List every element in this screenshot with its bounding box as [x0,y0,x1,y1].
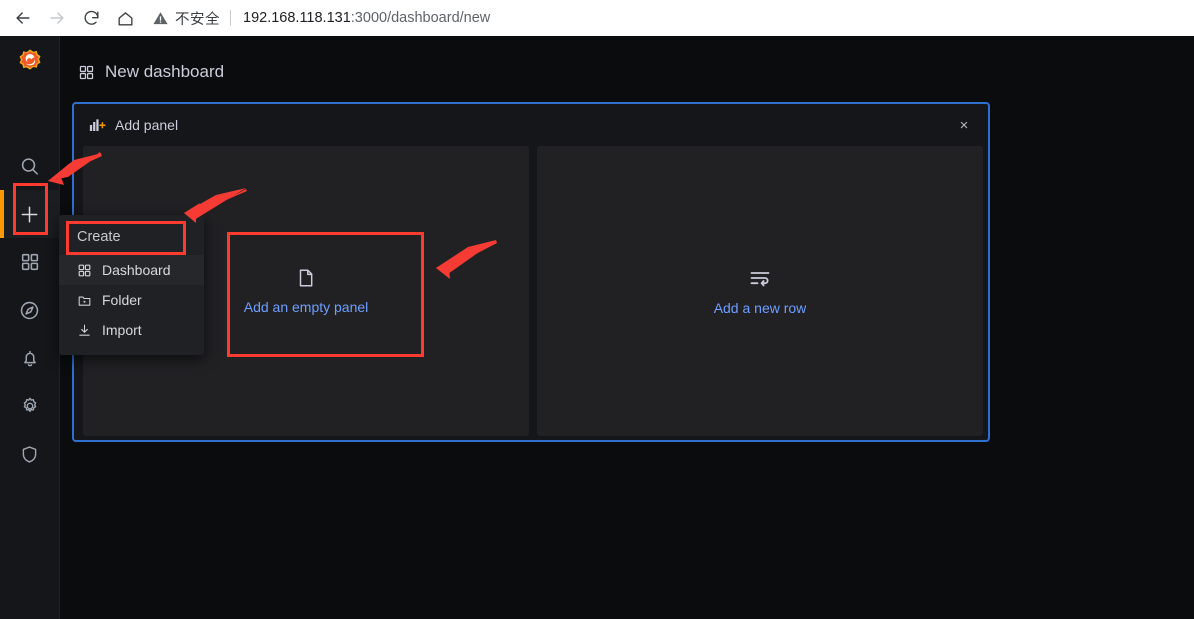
sidebar-item-configuration[interactable] [0,382,60,430]
create-menu-item-dashboard[interactable]: Dashboard [59,255,204,285]
sidebar-item-create[interactable] [0,190,60,238]
page-title: New dashboard [105,62,225,81]
search-icon [21,157,38,175]
grafana-logo [19,49,40,70]
arrow-right-icon [50,12,64,24]
apps-grid-icon [78,264,91,276]
create-dropdown-menu: Create Dashboard Folder Import [59,215,204,355]
address-bar[interactable]: 不安全 192.168.118.131:3000/dashboard/new [152,4,1188,32]
create-menu-item-folder[interactable]: Folder [59,285,204,315]
shield-icon [22,445,37,463]
apps-grid-icon [79,65,94,79]
warning-triangle-icon [153,11,168,24]
security-indicator[interactable]: 不安全 [152,8,230,29]
sidebar-item-search[interactable] [0,142,60,190]
add-panel-options: Add an empty panel Add a new row [83,146,983,436]
grafana-logo-button[interactable] [0,36,60,90]
add-panel-widget: Add panel × Add an empty panel Add a new… [72,102,990,442]
create-menu-title: Create [77,229,121,245]
gear-icon [23,397,36,413]
home-button[interactable] [108,1,142,35]
omnibox-divider [230,10,231,26]
forward-button[interactable] [40,1,74,35]
url-text: 192.168.118.131:3000/dashboard/new [243,10,490,26]
url-port: :3000 [350,10,388,26]
file-blank-icon [299,269,313,287]
dashboard-header: New dashboard [60,36,1194,90]
security-label: 不安全 [175,11,220,28]
main-content: New dashboard Add panel × Add an empty p… [60,36,1194,619]
home-icon [117,11,133,26]
add-panel-header: Add panel × [74,104,988,146]
reload-icon [84,10,99,25]
create-menu-item-import[interactable]: Import [59,315,204,345]
compass-icon [20,301,39,319]
import-icon [79,324,90,336]
sidebar-item-explore[interactable] [0,286,60,334]
folder-plus-icon [78,296,91,306]
url-path: /dashboard/new [387,10,491,26]
close-icon[interactable]: × [952,113,976,137]
grafana-app: New dashboard Add panel × Add an empty p… [0,36,1194,619]
add-empty-panel-label: Add an empty panel [243,299,369,315]
create-menu-item-label: Import [102,322,142,338]
bell-icon [23,350,36,367]
bar-chart-plus-icon [89,119,106,131]
arrow-left-icon [16,12,30,24]
apps-grid-icon [21,253,38,271]
plus-icon [21,206,38,222]
create-menu-item-label: Dashboard [102,262,171,278]
browser-toolbar: 不安全 192.168.118.131:3000/dashboard/new [0,0,1194,36]
add-panel-title: Add panel [115,117,179,133]
url-host: 192.168.118.131 [243,10,351,26]
wrap-text-icon [750,272,770,287]
sidebar-item-dashboards[interactable] [0,238,60,286]
add-new-row-button[interactable]: Add a new row [537,146,983,436]
create-menu-item-label: Folder [102,292,142,308]
sidebar [0,36,60,619]
back-button[interactable] [6,1,40,35]
add-new-row-label: Add a new row [713,300,807,316]
sidebar-item-alerting[interactable] [0,334,60,382]
sidebar-item-server-admin[interactable] [0,430,60,478]
reload-button[interactable] [74,1,108,35]
